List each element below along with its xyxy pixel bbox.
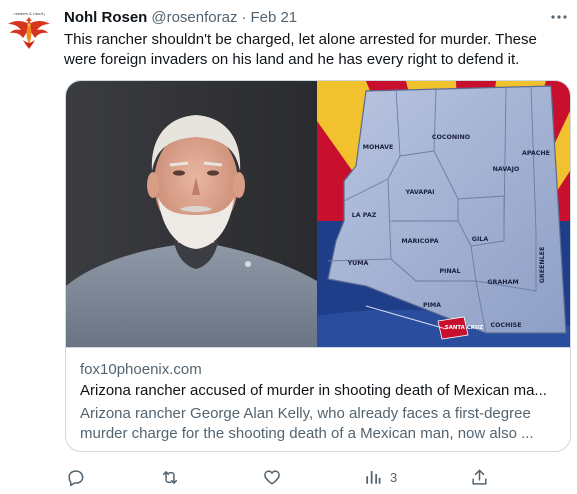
county-label-pinal: PINAL [439,268,460,275]
county-label-la-paz: LA PAZ [352,212,377,219]
like-icon [264,469,280,485]
display-name[interactable]: Nohl Rosen [64,9,147,26]
county-label-pima: PIMA [423,302,441,309]
card-title: Arizona rancher accused of murder in sho… [80,382,547,399]
action-bar: 3 [62,466,492,490]
tweet: Freedom & Liberty Nohl Rosen @rosenforaz… [0,0,577,494]
county-label-santa-cruz: SANTA CRUZ [445,325,483,331]
county-label-graham: GRAHAM [487,279,518,286]
county-label-apache: APACHE [522,150,550,157]
tweet-header: Nohl Rosen @rosenforaz · Feb 21 [64,7,297,27]
tweet-date[interactable]: Feb 21 [250,9,297,26]
retweet-icon [162,470,178,484]
card-image: COCONINO MOHAVE APACHE NAVAJO YAVAPAI LA… [66,81,570,347]
county-label-cochise: COCHISE [490,322,521,329]
county-label-navajo: NAVAJO [493,166,520,173]
card-domain: fox10phoenix.com [80,361,202,378]
retweet-button[interactable] [160,466,180,488]
like-button[interactable] [262,466,282,488]
more-options-button[interactable] [548,8,570,26]
phoenix-logo-icon: Freedom & Liberty [8,12,50,49]
arizona-map-graphic: COCONINO MOHAVE APACHE NAVAJO YAVAPAI LA… [317,81,570,347]
views-icon [366,471,381,484]
county-label-yuma: YUMA [347,260,369,267]
county-label-yavapai: YAVAPAI [405,189,435,196]
share-icon [472,469,487,485]
county-label-coconino: COCONINO [432,134,471,141]
link-card[interactable]: COCONINO MOHAVE APACHE NAVAJO YAVAPAI LA… [65,80,571,452]
share-button[interactable] [470,466,489,488]
header-separator: · [241,8,247,26]
tweet-text: This rancher shouldn't be charged, let a… [64,31,537,68]
county-label-mohave: MOHAVE [363,144,394,151]
user-handle[interactable]: @rosenforaz [151,9,237,26]
views-button[interactable]: 3 [364,466,397,488]
avatar-logo-text: Freedom & Liberty [12,12,46,16]
more-icon [551,15,567,19]
card-description: Arizona rancher George Alan Kelly, who a… [80,405,534,442]
avatar[interactable]: Freedom & Liberty [6,8,52,54]
reply-icon [68,469,84,486]
mugshot-photo [66,81,317,347]
county-label-greenlee: GREENLEE [539,247,546,284]
views-count: 3 [390,469,398,485]
county-label-gila: GILA [472,236,489,243]
county-label-maricopa: MARICOPA [401,238,438,245]
card-image-graphic: COCONINO MOHAVE APACHE NAVAJO YAVAPAI LA… [66,81,570,347]
card-text-area[interactable]: fox10phoenix.com Arizona rancher accused… [66,347,570,451]
reply-button[interactable] [66,466,85,488]
